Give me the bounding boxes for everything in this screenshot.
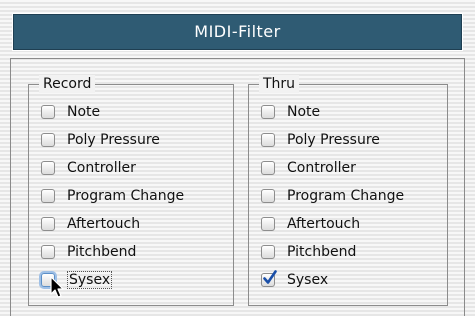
thru-note-option[interactable]: Note [261, 101, 320, 123]
record-program-change-checkbox[interactable] [41, 189, 55, 203]
mouse-pointer-icon [50, 276, 64, 298]
thru-note-checkbox[interactable] [261, 105, 275, 119]
thru-sysex-checkbox[interactable] [261, 270, 277, 287]
thru-program-change-option[interactable]: Program Change [261, 185, 404, 207]
thru-sysex-option[interactable]: Sysex [261, 269, 328, 291]
thru-program-change-label: Program Change [287, 188, 405, 204]
record-aftertouch-label: Aftertouch [67, 216, 141, 232]
record-poly-pressure-option[interactable]: Poly Pressure [41, 129, 160, 151]
record-aftertouch-option[interactable]: Aftertouch [41, 213, 140, 235]
thru-note-label: Note [287, 104, 321, 120]
record-controller-checkbox[interactable] [41, 161, 55, 175]
record-controller-label: Controller [67, 160, 136, 176]
thru-poly-pressure-checkbox[interactable] [261, 133, 275, 147]
record-note-checkbox[interactable] [41, 105, 55, 119]
thru-pitchbend-option[interactable]: Pitchbend [261, 241, 356, 263]
record-poly-pressure-checkbox[interactable] [41, 133, 55, 147]
record-sysex-label: Sysex [67, 271, 113, 289]
record-pitchbend-checkbox[interactable] [41, 245, 55, 259]
record-program-change-label: Program Change [67, 188, 185, 204]
record-pitchbend-option[interactable]: Pitchbend [41, 241, 136, 263]
record-note-label: Note [67, 104, 101, 120]
record-aftertouch-checkbox[interactable] [41, 217, 55, 231]
thru-aftertouch-checkbox[interactable] [261, 217, 275, 231]
thru-poly-pressure-option[interactable]: Poly Pressure [261, 129, 380, 151]
thru-program-change-checkbox[interactable] [261, 189, 275, 203]
record-note-option[interactable]: Note [41, 101, 100, 123]
window-title: MIDI-Filter [13, 14, 462, 50]
thru-group-label: Thru [259, 75, 300, 93]
thru-aftertouch-label: Aftertouch [287, 216, 361, 232]
thru-controller-option[interactable]: Controller [261, 157, 356, 179]
record-group-label: Record [39, 75, 96, 93]
midi-filter-window: MIDI-Filter Record Note Poly Pressure Co… [0, 0, 475, 316]
thru-aftertouch-option[interactable]: Aftertouch [261, 213, 360, 235]
record-poly-pressure-label: Poly Pressure [67, 132, 160, 148]
thru-group: Thru Note Poly Pressure Controller Progr… [248, 75, 448, 306]
thru-pitchbend-checkbox[interactable] [261, 245, 275, 259]
record-group: Record Note Poly Pressure Controller Pro… [28, 75, 234, 306]
record-program-change-option[interactable]: Program Change [41, 185, 184, 207]
thru-sysex-label: Sysex [287, 272, 329, 288]
thru-controller-label: Controller [287, 160, 356, 176]
record-controller-option[interactable]: Controller [41, 157, 136, 179]
thru-controller-checkbox[interactable] [261, 161, 275, 175]
checkmark-icon [263, 270, 277, 284]
thru-poly-pressure-label: Poly Pressure [287, 132, 380, 148]
record-pitchbend-label: Pitchbend [67, 244, 137, 260]
thru-pitchbend-label: Pitchbend [287, 244, 357, 260]
